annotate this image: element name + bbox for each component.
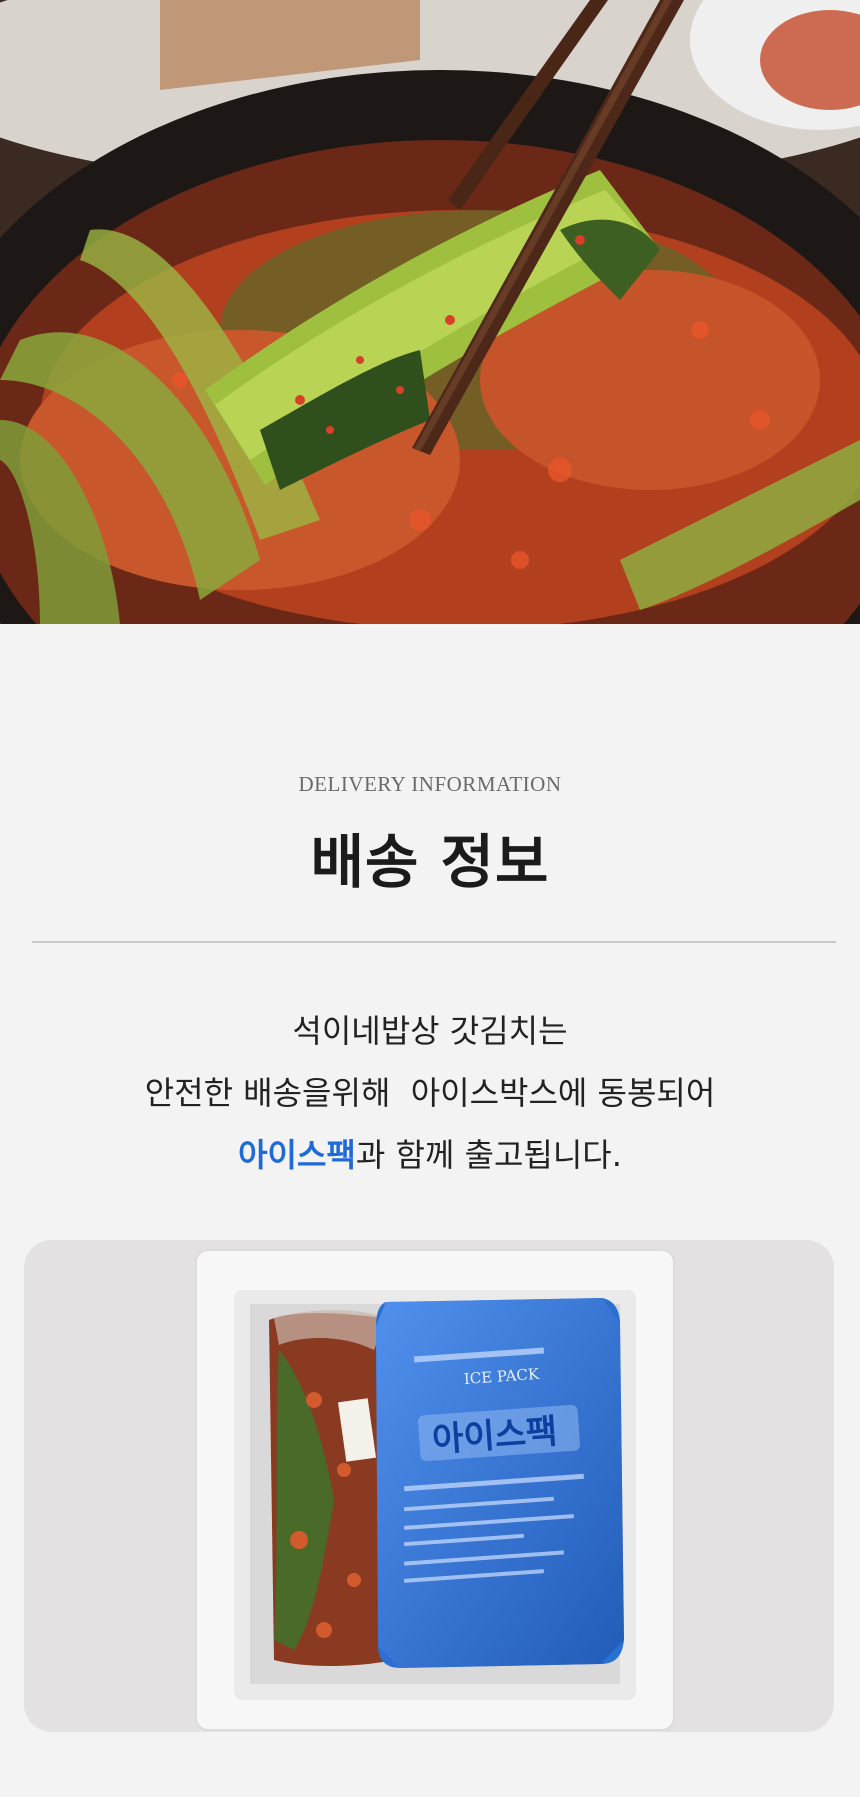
divider [32, 941, 836, 943]
icepack-title: 아이스팩 [431, 1411, 559, 1461]
description-line-3-rest: 과 함께 출고됩니다. [355, 1136, 622, 1174]
section-eyebrow: DELIVERY INFORMATION [298, 772, 562, 796]
description-line-2: 안전한 배송을위해 아이스박스에 동봉되어 [144, 1074, 716, 1112]
page-title: 배송 정보 [310, 828, 550, 896]
description-line-3: 아이스팩과 함께 출고됩니다. [0, 1124, 860, 1186]
hero-kimchi-photo [0, 0, 860, 624]
description-line-1: 석이네밥상 갓김치는 [292, 1012, 568, 1050]
delivery-description: 석이네밥상 갓김치는 안전한 배송을위해 아이스박스에 동봉되어 아이스팩과 함… [0, 1000, 860, 1186]
icebox-illustration: ICE PACK [24, 1240, 834, 1732]
icebox-photo: ICE PACK 아이스팩 [24, 1240, 834, 1732]
hero-illustration [0, 0, 860, 624]
icepack-highlight: 아이스팩 [238, 1136, 356, 1174]
